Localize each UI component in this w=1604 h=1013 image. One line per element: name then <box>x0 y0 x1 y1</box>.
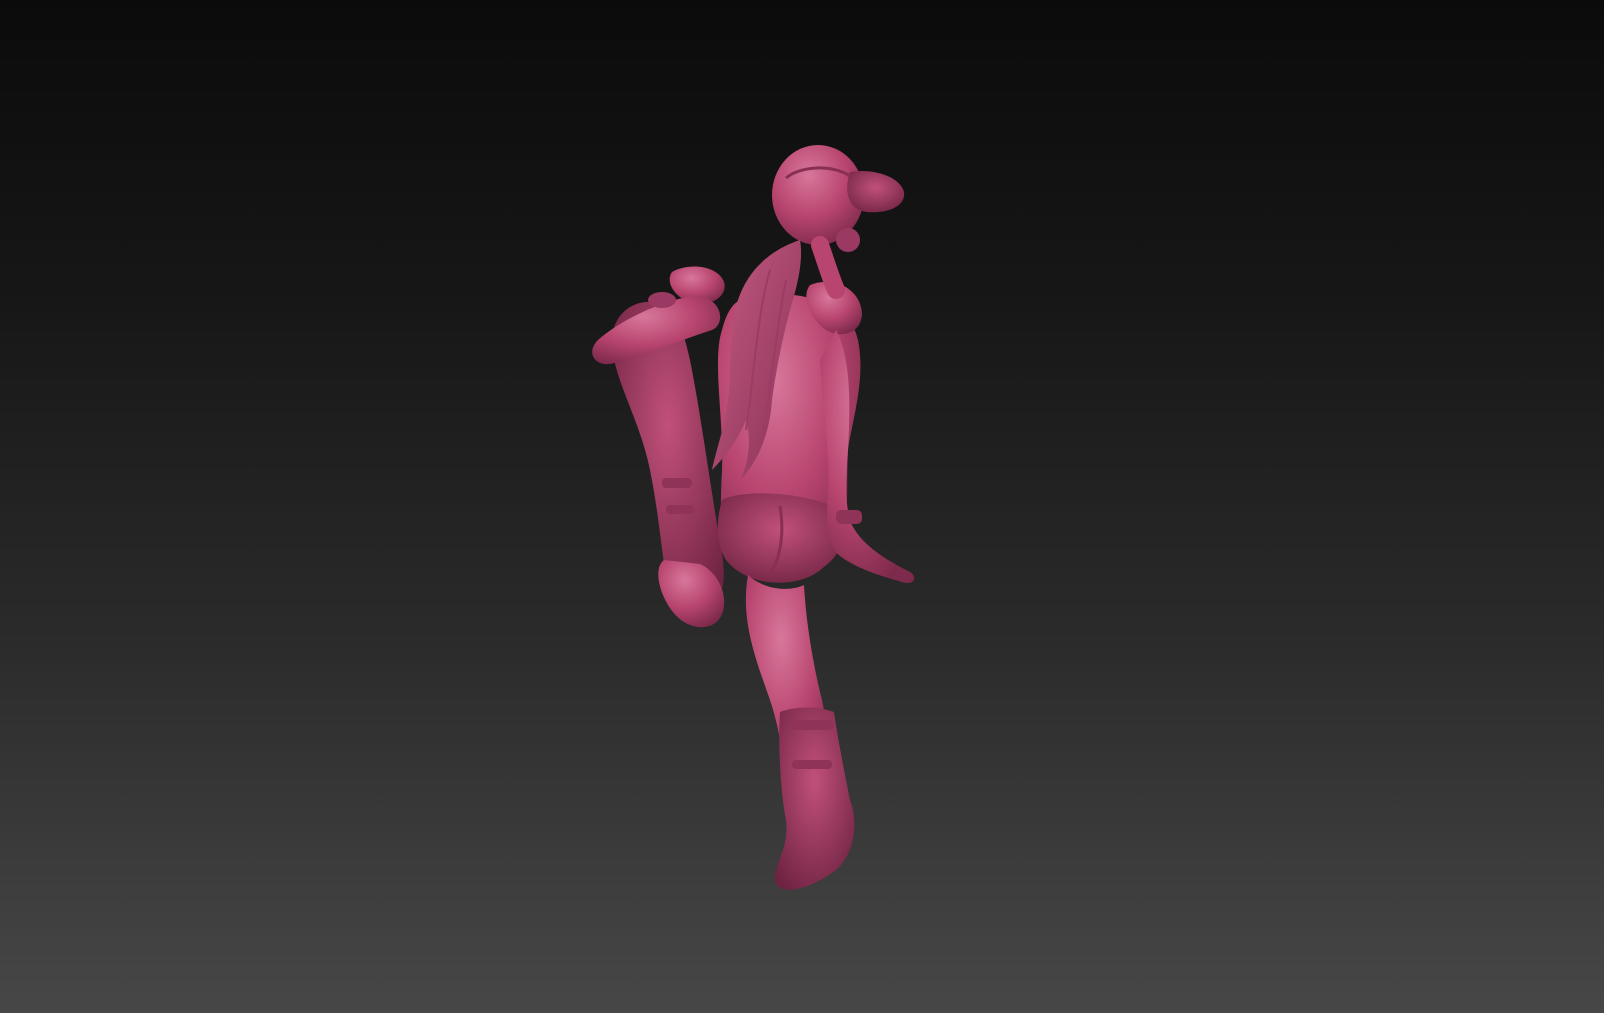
right-arm <box>820 330 915 583</box>
sculpted-figure-model[interactable] <box>0 0 1604 1013</box>
3d-viewport-canvas[interactable] <box>0 0 1604 1013</box>
standing-leg <box>745 575 855 890</box>
